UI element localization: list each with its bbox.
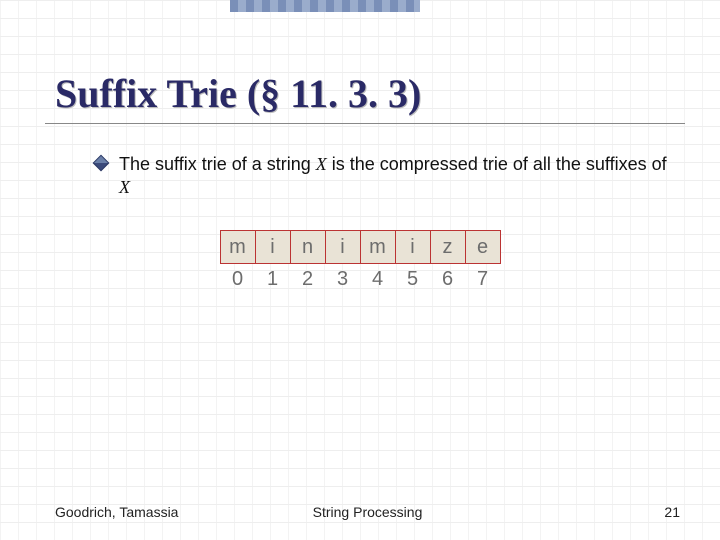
slide-top-accent	[230, 0, 420, 12]
table-row: 0 1 2 3 4 5 6 7	[220, 264, 500, 293]
bullet-item: The suffix trie of a string X is the com…	[95, 153, 670, 198]
index-cell: 0	[220, 264, 255, 293]
index-cell: 6	[430, 264, 465, 293]
bullet-text-var1: X	[316, 154, 327, 174]
letter-cell: i	[395, 231, 430, 264]
slide-title: Suffix Trie (§ 11. 3. 3)	[55, 70, 421, 117]
string-table: m i n i m i z e 0 1 2 3 4 5 6 7	[220, 230, 501, 292]
letter-cell: e	[465, 231, 500, 264]
bullet-text-pre: The suffix trie of a string	[119, 154, 316, 174]
index-cell: 3	[325, 264, 360, 293]
index-cell: 4	[360, 264, 395, 293]
string-indices-diagram: m i n i m i z e 0 1 2 3 4 5 6 7	[0, 230, 720, 292]
letter-cell: m	[220, 231, 255, 264]
table-row: m i n i m i z e	[220, 231, 500, 264]
letter-cell: z	[430, 231, 465, 264]
letter-cell: m	[360, 231, 395, 264]
slide-body: The suffix trie of a string X is the com…	[95, 153, 670, 198]
index-cell: 7	[465, 264, 500, 293]
letter-cell: i	[325, 231, 360, 264]
slide-footer: Goodrich, Tamassia String Processing 21	[55, 504, 680, 520]
bullet-text-var2: X	[119, 177, 130, 197]
footer-page-number: 21	[664, 504, 680, 520]
index-cell: 1	[255, 264, 290, 293]
letter-cell: n	[290, 231, 325, 264]
letter-cell: i	[255, 231, 290, 264]
footer-authors: Goodrich, Tamassia	[55, 504, 178, 520]
bullet-text: The suffix trie of a string X is the com…	[119, 153, 670, 198]
diamond-bullet-icon	[93, 155, 110, 172]
index-cell: 5	[395, 264, 430, 293]
title-underline	[45, 123, 685, 124]
bullet-text-mid: is the compressed trie of all the suffix…	[327, 154, 667, 174]
index-cell: 2	[290, 264, 325, 293]
